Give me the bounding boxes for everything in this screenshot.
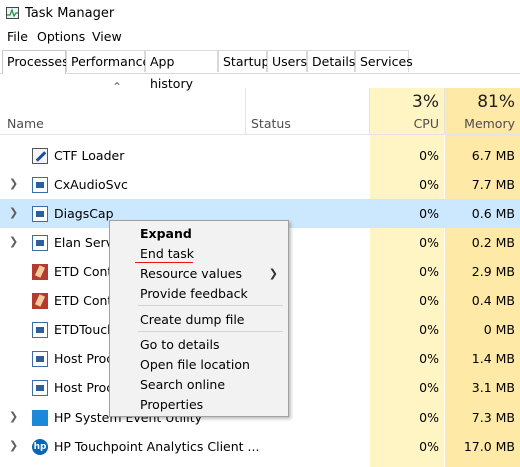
expand-chevron-icon[interactable]: ❯ <box>9 177 18 190</box>
column-header: ⌃ Name Status 3% CPU 81% Memory <box>0 74 520 135</box>
service-window-icon <box>32 351 48 367</box>
process-memory: 17.0 MB <box>463 439 515 454</box>
service-window-icon <box>32 322 48 338</box>
process-memory: 0.2 MB <box>471 235 515 250</box>
etd-control-icon <box>32 264 48 280</box>
menu-item-expand[interactable]: Expand <box>140 226 192 241</box>
column-name[interactable]: Name <box>7 116 44 131</box>
end-task-highlight-underline <box>135 262 193 263</box>
column-divider[interactable] <box>369 88 370 134</box>
process-row[interactable]: ❯ hp HP Touchpoint Analytics Client ... … <box>0 432 520 461</box>
expand-chevron-icon[interactable]: ❯ <box>9 235 18 248</box>
process-cpu: 0% <box>419 206 439 221</box>
menu-view[interactable]: View <box>92 29 122 44</box>
hp-system-event-icon <box>32 410 48 426</box>
ctf-loader-icon <box>32 148 48 164</box>
menu-file[interactable]: File <box>7 29 28 44</box>
process-cpu: 0% <box>419 264 439 279</box>
process-cpu: 0% <box>419 410 439 425</box>
service-window-icon <box>32 206 48 222</box>
memory-total-percent: 81% <box>477 92 515 112</box>
process-row[interactable]: CTF Loader 0% 6.7 MB <box>0 141 520 170</box>
process-name: ETD Contr <box>54 293 118 308</box>
menu-item-create-dump-file[interactable]: Create dump file <box>140 312 245 327</box>
context-menu: Expand End task Resource values ❯ Provid… <box>109 220 289 417</box>
tab-services[interactable]: Services <box>355 50 413 72</box>
process-memory: 0.4 MB <box>471 293 515 308</box>
process-cpu: 0% <box>419 351 439 366</box>
process-cpu: 0% <box>419 177 439 192</box>
title-bar: Task Manager <box>0 0 520 28</box>
process-memory: 1.4 MB <box>471 351 515 366</box>
sort-ascending-icon[interactable]: ⌃ <box>112 80 122 94</box>
service-window-icon <box>32 235 48 251</box>
column-cpu[interactable]: CPU <box>414 116 439 131</box>
tab-details[interactable]: Details <box>307 50 355 72</box>
task-manager-app-icon <box>6 7 19 19</box>
process-memory: 3.1 MB <box>471 380 515 395</box>
process-cpu: 0% <box>419 439 439 454</box>
process-memory: 0.6 MB <box>471 206 515 221</box>
process-name: CTF Loader <box>54 148 125 163</box>
process-memory: 7.7 MB <box>471 177 515 192</box>
service-window-icon <box>32 177 48 193</box>
process-memory: 6.7 MB <box>471 148 515 163</box>
process-row[interactable]: ❯ CxAudioSvc 0% 7.7 MB <box>0 170 520 199</box>
process-cpu: 0% <box>419 235 439 250</box>
process-memory: 7.3 MB <box>471 410 515 425</box>
process-name: ETD Contr <box>54 264 118 279</box>
service-window-icon <box>32 380 48 396</box>
tab-processes[interactable]: Processes <box>2 50 69 74</box>
process-memory: 2.9 MB <box>471 264 515 279</box>
menu-separator <box>138 331 283 332</box>
expand-chevron-icon[interactable]: ❯ <box>9 410 18 423</box>
expand-chevron-icon[interactable]: ❯ <box>9 206 18 219</box>
menu-options[interactable]: Options <box>37 29 85 44</box>
process-cpu: 0% <box>419 293 439 308</box>
menu-item-go-to-details[interactable]: Go to details <box>140 337 219 352</box>
process-cpu: 0% <box>419 148 439 163</box>
menu-item-search-online[interactable]: Search online <box>140 377 225 392</box>
process-memory: 0 MB <box>483 322 515 337</box>
menu-item-resource-values[interactable]: Resource values <box>140 266 242 281</box>
column-divider[interactable] <box>444 88 445 134</box>
menu-item-provide-feedback[interactable]: Provide feedback <box>140 286 248 301</box>
tab-startup[interactable]: Startup <box>218 50 269 72</box>
process-name: DiagsCap <box>54 206 114 221</box>
process-name: ETDTouch <box>54 322 116 337</box>
tab-strip: Processes Performance App history Startu… <box>0 50 520 91</box>
process-cpu: 0% <box>419 380 439 395</box>
menu-item-end-task[interactable]: End task <box>140 246 194 261</box>
column-divider[interactable] <box>245 88 246 134</box>
menu-item-open-file-location[interactable]: Open file location <box>140 357 250 372</box>
cpu-total-percent: 3% <box>412 92 439 112</box>
hp-logo-icon: hp <box>32 439 48 455</box>
column-memory[interactable]: Memory <box>464 116 515 131</box>
tab-app-history[interactable]: App history <box>145 50 218 91</box>
submenu-arrow-icon: ❯ <box>268 267 278 280</box>
expand-chevron-icon[interactable]: ❯ <box>9 439 18 452</box>
process-cpu: 0% <box>419 322 439 337</box>
menu-item-properties[interactable]: Properties <box>140 397 203 412</box>
column-status[interactable]: Status <box>251 116 291 131</box>
process-name: HP Touchpoint Analytics Client ... <box>54 439 260 454</box>
tab-performance[interactable]: Performance <box>66 50 150 72</box>
tab-users[interactable]: Users <box>267 50 307 72</box>
etd-control-icon <box>32 293 48 309</box>
process-name: CxAudioSvc <box>54 177 128 192</box>
window-title: Task Manager <box>25 6 115 21</box>
menu-separator <box>138 305 283 306</box>
